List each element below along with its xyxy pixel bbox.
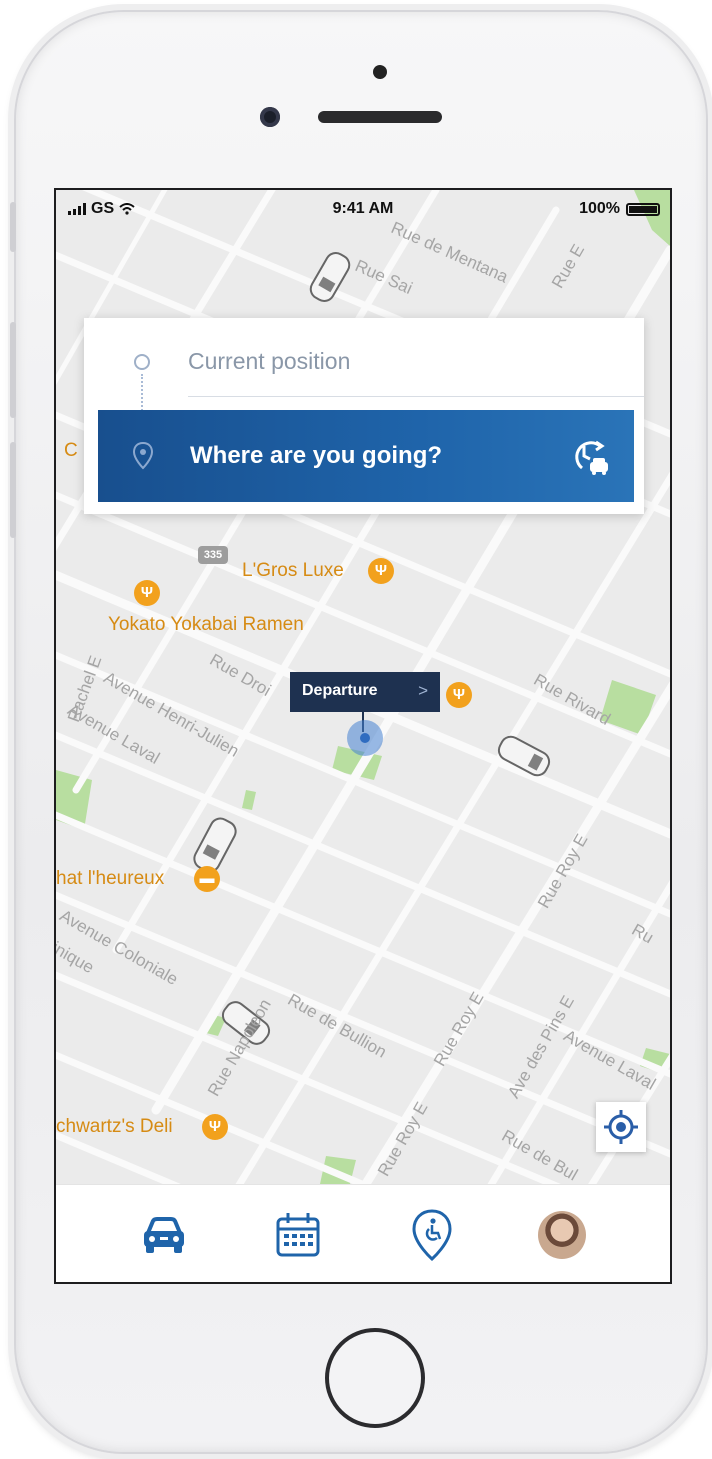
poi-name[interactable]: Yokato Yokabai Ramen — [108, 614, 304, 636]
volume-down-button — [10, 442, 16, 538]
proximity-sensor — [373, 65, 387, 79]
home-button[interactable] — [325, 1328, 425, 1428]
battery-icon — [626, 202, 660, 216]
origin-circle-icon — [134, 354, 150, 370]
accessibility-pin-icon[interactable] — [404, 1207, 460, 1263]
restaurant-icon[interactable]: Ψ — [368, 558, 394, 584]
restaurant-icon[interactable]: Ψ — [446, 682, 472, 708]
route-badge: 335 — [198, 546, 228, 564]
poi-name[interactable]: L'Gros Luxe — [242, 560, 344, 582]
poi-name[interactable]: chwartz's Deli — [56, 1116, 173, 1138]
locate-me-button[interactable] — [596, 1102, 646, 1152]
status-time: 9:41 AM — [332, 200, 394, 217]
car-icon[interactable] — [136, 1207, 192, 1263]
tab-bar — [56, 1184, 670, 1282]
search-card: Current position Where are you going? — [84, 318, 644, 514]
divider — [188, 396, 644, 397]
poi-name[interactable]: hat l'heureux — [56, 868, 164, 890]
crosshair-icon — [604, 1110, 638, 1144]
destination-label: Where are you going? — [190, 442, 443, 469]
shop-icon[interactable]: ▬ — [194, 866, 220, 892]
destination-field[interactable]: Where are you going? — [98, 410, 634, 502]
departure-tag[interactable]: Departure > — [290, 672, 440, 712]
schedule-ride-icon[interactable] — [566, 432, 614, 480]
avatar[interactable] — [538, 1211, 586, 1259]
restaurant-icon[interactable]: Ψ — [134, 580, 160, 606]
departure-label: Departure — [302, 682, 378, 699]
poi-name[interactable]: C — [64, 440, 78, 462]
calendar-icon[interactable] — [270, 1207, 326, 1263]
restaurant-icon[interactable]: Ψ — [202, 1114, 228, 1140]
app-screen: Rue de Mentana Rue Sai Avenue Henri-Juli… — [54, 188, 672, 1284]
battery-percent: 100% — [579, 200, 620, 217]
status-bar: GS 9:41 AM 100% — [56, 190, 670, 230]
chevron-right-icon: > — [418, 681, 428, 700]
location-pin-icon — [132, 442, 154, 470]
front-camera — [260, 107, 280, 127]
departure-location-center — [360, 733, 370, 743]
origin-label: Current position — [188, 348, 351, 374]
origin-field[interactable]: Current position — [84, 318, 644, 397]
earpiece-speaker — [318, 111, 442, 123]
mute-switch — [10, 202, 16, 252]
volume-up-button — [10, 322, 16, 418]
